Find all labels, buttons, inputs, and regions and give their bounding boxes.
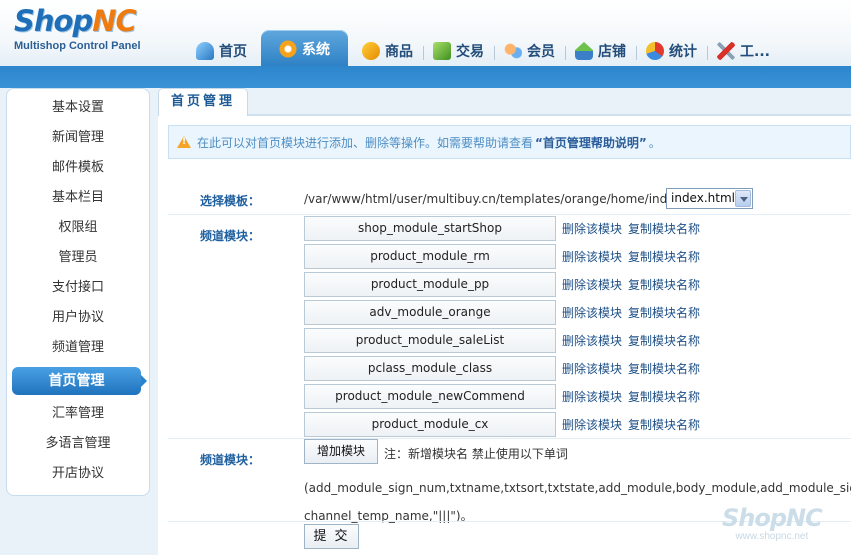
sidebar-item-news[interactable]: 新闻管理 (7, 123, 149, 153)
sidebar: 基本设置 新闻管理 邮件模板 基本栏目 权限组 管理员 支付接口 用户协议 频道… (6, 88, 150, 496)
top-header: ShopNC Multishop Control Panel 首页 系统 商品 … (0, 0, 851, 68)
gear-icon (279, 40, 297, 58)
sidebar-item-payment[interactable]: 支付接口 (7, 273, 149, 303)
tools-icon (717, 42, 735, 60)
sidebar-item-store-agreement[interactable]: 开店协议 (7, 459, 149, 489)
delete-module-link[interactable]: 删除该模块 (562, 304, 622, 321)
copy-module-name-link[interactable]: 复制模块名称 (628, 304, 700, 321)
info-notice: 在此可以对首页模块进行添加、删除等操作。如需要帮助请查看 “首页管理帮助说明” … (168, 125, 851, 159)
nav-tab-label: 交易 (456, 44, 484, 60)
divider (168, 438, 851, 439)
copy-module-name-link[interactable]: 复制模块名称 (628, 220, 700, 237)
template-label: 选择模板： (200, 194, 261, 208)
notice-text: 在此可以对首页模块进行添加、删除等操作。如需要帮助请查看 (197, 135, 534, 150)
add-module-button[interactable]: 增加模块 (304, 439, 378, 464)
trade-icon (433, 42, 451, 60)
main-nav: 首页 系统 商品 交易 会员 店铺 统计 工... (186, 30, 780, 68)
template-select-value: index.html (671, 191, 735, 205)
delete-module-link[interactable]: 删除该模块 (562, 248, 622, 265)
nav-tab-label: 商品 (385, 44, 413, 60)
copy-module-name-link[interactable]: 复制模块名称 (628, 248, 700, 265)
module-button[interactable]: product_module_newCommend (304, 383, 556, 409)
module-row: adv_module_orange 删除该模块 复制模块名称 (304, 298, 700, 326)
delete-module-link[interactable]: 删除该模块 (562, 360, 622, 377)
copy-module-name-link[interactable]: 复制模块名称 (628, 416, 700, 433)
members-icon (504, 42, 522, 60)
channel-modules-label: 频道模块： (200, 229, 261, 243)
logo-subtitle: Multishop Control Panel (14, 40, 141, 52)
module-row: pclass_module_class 删除该模块 复制模块名称 (304, 354, 700, 382)
sidebar-item-channels[interactable]: 频道管理 (7, 333, 149, 363)
module-row: product_module_saleList 删除该模块 复制模块名称 (304, 326, 700, 354)
module-button[interactable]: product_module_cx (304, 411, 556, 437)
sidebar-item-home-management[interactable]: 首页管理 (12, 367, 147, 395)
module-button[interactable]: shop_module_startShop (304, 215, 556, 241)
nav-tab-label: 店铺 (598, 44, 626, 60)
submit-button[interactable]: 提交 (304, 524, 359, 549)
nav-tab-stats[interactable]: 统计 (636, 34, 707, 68)
nav-tab-label: 会员 (527, 44, 555, 60)
delete-module-link[interactable]: 删除该模块 (562, 220, 622, 237)
add-module-label: 频道模块： (200, 453, 261, 467)
store-icon (575, 42, 593, 60)
logo-shop-text: Shop (14, 4, 93, 38)
logo-nc-text: NC (92, 4, 137, 38)
sidebar-item-languages[interactable]: 多语言管理 (7, 429, 149, 459)
add-module-note: 注：新增模块名 禁止使用以下单词 (384, 447, 568, 461)
module-row: product_module_pp 删除该模块 复制模块名称 (304, 270, 700, 298)
nav-tab-store[interactable]: 店铺 (565, 34, 636, 68)
divider (168, 521, 851, 522)
nav-tab-label: 首页 (219, 44, 247, 60)
nav-tab-system[interactable]: 系统 (261, 30, 348, 68)
sidebar-item-basic-settings[interactable]: 基本设置 (7, 93, 149, 123)
module-row: product_module_cx 删除该模块 复制模块名称 (304, 410, 700, 438)
shopnc-logo[interactable]: ShopNC Multishop Control Panel (14, 4, 141, 52)
module-button[interactable]: product_module_saleList (304, 327, 556, 353)
notice-end: 。 (648, 135, 661, 150)
template-path: /var/www/html/user/multibuy.cn/templates… (304, 192, 708, 206)
sidebar-item-permission-groups[interactable]: 权限组 (7, 213, 149, 243)
delete-module-link[interactable]: 删除该模块 (562, 332, 622, 349)
main-panel: 首页管理 在此可以对首页模块进行添加、删除等操作。如需要帮助请查看 “首页管理帮… (158, 88, 851, 555)
delete-module-link[interactable]: 删除该模块 (562, 388, 622, 405)
goods-icon (362, 42, 380, 60)
module-row: product_module_newCommend 删除该模块 复制模块名称 (304, 382, 700, 410)
nav-tab-members[interactable]: 会员 (494, 34, 565, 68)
module-button[interactable]: product_module_rm (304, 243, 556, 269)
module-button[interactable]: pclass_module_class (304, 355, 556, 381)
module-button[interactable]: adv_module_orange (304, 299, 556, 325)
delete-module-link[interactable]: 删除该模块 (562, 276, 622, 293)
template-select[interactable]: index.html (666, 188, 753, 209)
nav-tab-home[interactable]: 首页 (186, 34, 257, 68)
copy-module-name-link[interactable]: 复制模块名称 (628, 388, 700, 405)
sidebar-item-exchange-rates[interactable]: 汇率管理 (7, 399, 149, 429)
copy-module-name-link[interactable]: 复制模块名称 (628, 360, 700, 377)
module-button[interactable]: product_module_pp (304, 271, 556, 297)
nav-tab-tools[interactable]: 工... (707, 34, 780, 68)
sidebar-item-basic-columns[interactable]: 基本栏目 (7, 183, 149, 213)
warning-icon (177, 136, 191, 148)
module-row: product_module_rm 删除该模块 复制模块名称 (304, 242, 700, 270)
nav-tab-goods[interactable]: 商品 (352, 34, 423, 68)
sidebar-item-admins[interactable]: 管理员 (7, 243, 149, 273)
chevron-down-icon[interactable] (735, 190, 751, 207)
home-icon (196, 42, 214, 60)
nav-tab-label: 系统 (302, 42, 330, 58)
nav-tab-label: 工... (740, 44, 770, 60)
nav-tab-trade[interactable]: 交易 (423, 34, 494, 68)
stats-icon (646, 42, 664, 60)
module-row: shop_module_startShop 删除该模块 复制模块名称 (304, 214, 700, 242)
copy-module-name-link[interactable]: 复制模块名称 (628, 332, 700, 349)
nav-tab-label: 统计 (669, 44, 697, 60)
delete-module-link[interactable]: 删除该模块 (562, 416, 622, 433)
help-link[interactable]: “首页管理帮助说明” (535, 134, 647, 151)
sidebar-item-user-agreement[interactable]: 用户协议 (7, 303, 149, 333)
copy-module-name-link[interactable]: 复制模块名称 (628, 276, 700, 293)
sidebar-item-mail-templates[interactable]: 邮件模板 (7, 153, 149, 183)
tab-home-management[interactable]: 首页管理 (158, 88, 249, 116)
tab-strip: 首页管理 (158, 88, 851, 116)
